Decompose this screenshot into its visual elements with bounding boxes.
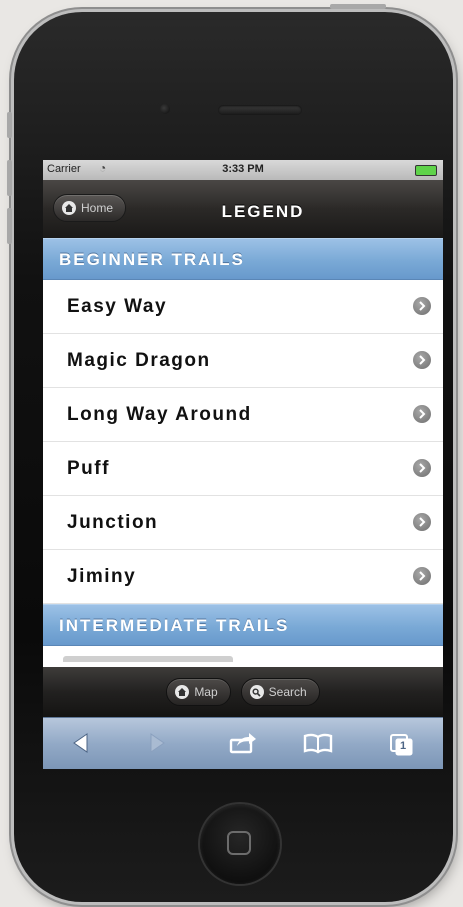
volume-down-button bbox=[7, 208, 12, 244]
navigation-bar: Home LEGEND bbox=[43, 180, 443, 238]
page-title: LEGEND bbox=[221, 202, 305, 221]
browser-toolbar: 1 bbox=[43, 717, 443, 769]
list-item-long-way-around[interactable]: Long Way Around bbox=[43, 388, 443, 442]
map-button[interactable]: Map bbox=[166, 678, 231, 706]
search-button-label: Search bbox=[268, 685, 307, 699]
list-item-partial[interactable] bbox=[43, 646, 443, 662]
list-item-label: Puff bbox=[67, 458, 110, 479]
list-item-puff[interactable]: Puff bbox=[43, 442, 443, 496]
earpiece-speaker bbox=[218, 105, 302, 115]
clock: 3:33 PM bbox=[222, 163, 264, 175]
chevron-right-icon bbox=[413, 513, 431, 531]
home-square-icon bbox=[227, 831, 251, 855]
battery-icon bbox=[415, 165, 437, 176]
forward-arrow-icon[interactable] bbox=[147, 732, 167, 759]
chevron-right-icon bbox=[413, 351, 431, 369]
list-item-label: Long Way Around bbox=[67, 404, 252, 425]
section-header-beginner: BEGINNER TRAILS bbox=[43, 238, 443, 280]
chevron-right-icon bbox=[413, 459, 431, 477]
search-icon bbox=[249, 685, 264, 699]
list-item-label: Easy Way bbox=[67, 296, 168, 317]
list-item-label: Jiminy bbox=[67, 566, 137, 587]
tabs-count: 1 bbox=[400, 740, 407, 752]
chevron-right-icon bbox=[413, 567, 431, 585]
back-arrow-icon[interactable] bbox=[71, 732, 91, 759]
status-bar: Carrier ◔ 3:33 PM bbox=[43, 160, 443, 180]
volume-up-button bbox=[7, 160, 12, 196]
list-item-label: Magic Dragon bbox=[67, 350, 211, 371]
app-toolbar: Map Search bbox=[43, 667, 443, 717]
list-item-label: Junction bbox=[67, 512, 159, 533]
chevron-right-icon bbox=[413, 405, 431, 423]
mute-switch bbox=[7, 112, 12, 138]
list-item-magic-dragon[interactable]: Magic Dragon bbox=[43, 334, 443, 388]
screen: Carrier ◔ 3:33 PM Home LEGEND BEGINNER T… bbox=[43, 160, 443, 769]
section-header-intermediate: INTERMEDIATE TRAILS bbox=[43, 604, 443, 646]
search-button[interactable]: Search bbox=[240, 678, 320, 706]
list-item-jiminy[interactable]: Jiminy bbox=[43, 550, 443, 604]
cut-off-row-text bbox=[63, 656, 233, 662]
front-camera bbox=[160, 104, 170, 114]
tabs-icon[interactable]: 1 bbox=[389, 733, 415, 762]
share-icon[interactable] bbox=[229, 732, 257, 759]
list-item-easy-way[interactable]: Easy Way bbox=[43, 280, 443, 334]
list-item-junction[interactable]: Junction bbox=[43, 496, 443, 550]
chevron-right-icon bbox=[413, 297, 431, 315]
bookmarks-icon[interactable] bbox=[303, 732, 333, 759]
home-button[interactable] bbox=[200, 804, 280, 884]
map-button-label: Map bbox=[194, 685, 218, 699]
sleep-button bbox=[330, 4, 386, 9]
home-icon bbox=[175, 685, 190, 699]
